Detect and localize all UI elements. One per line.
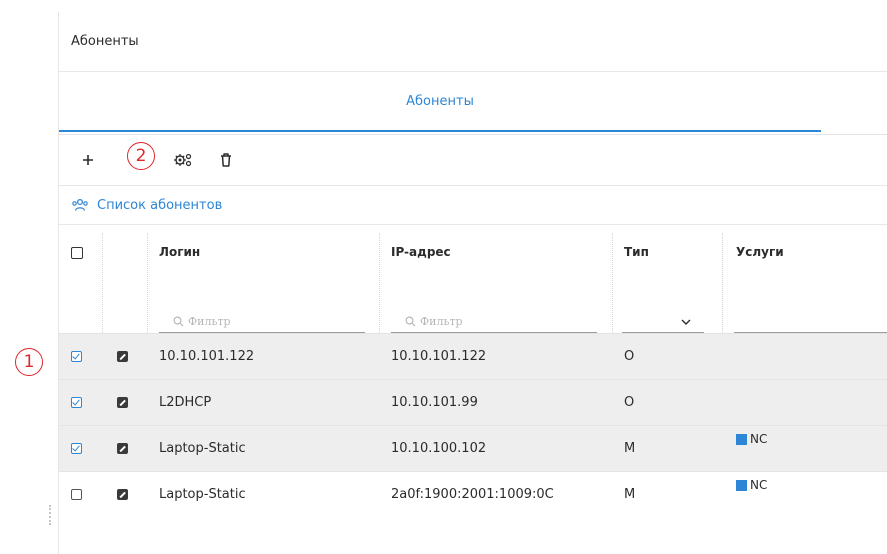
column-header-type[interactable]: Тип bbox=[624, 245, 649, 259]
tab-subscribers[interactable]: Абоненты bbox=[59, 72, 821, 132]
ip-cell: 10.10.101.99 bbox=[391, 395, 478, 410]
service-color-square bbox=[736, 479, 747, 491]
login-filter-placeholder: Фильтр bbox=[188, 314, 231, 328]
column-header-services[interactable]: Услуги bbox=[736, 245, 784, 259]
service-badge: NC bbox=[736, 478, 767, 492]
ip-filter-placeholder: Фильтр bbox=[420, 314, 463, 328]
edit-icon[interactable] bbox=[117, 380, 128, 425]
gears-icon bbox=[174, 153, 192, 167]
delete-button[interactable] bbox=[209, 143, 243, 177]
ip-filter-input[interactable]: Фильтр bbox=[391, 310, 597, 333]
table-row[interactable]: Laptop-Static 10.10.100.102 M NC bbox=[59, 425, 887, 471]
subscribers-list-title: Список абонентов bbox=[97, 197, 223, 213]
subscribers-panel: Абоненты Абоненты Список абонентов Логин… bbox=[58, 12, 887, 554]
select-all-checkbox[interactable] bbox=[71, 247, 83, 259]
chevron-down-icon bbox=[681, 319, 691, 325]
column-header-login[interactable]: Логин bbox=[159, 245, 200, 259]
annotation-marker-1: 1 bbox=[15, 348, 43, 376]
add-button[interactable] bbox=[71, 143, 105, 177]
login-cell: 10.10.101.122 bbox=[159, 349, 255, 364]
type-cell: M bbox=[624, 441, 636, 456]
services-filter-input[interactable] bbox=[734, 310, 887, 333]
type-filter-select[interactable] bbox=[622, 310, 704, 333]
row-checkbox[interactable] bbox=[71, 380, 82, 425]
tab-bar: Абоненты bbox=[59, 72, 887, 135]
row-checkbox[interactable] bbox=[71, 334, 82, 379]
edit-icon[interactable] bbox=[117, 426, 128, 471]
type-cell: O bbox=[624, 349, 635, 364]
search-icon bbox=[405, 315, 416, 326]
service-label: NC bbox=[750, 478, 768, 492]
login-cell: L2DHCP bbox=[159, 395, 212, 410]
ip-cell: 2a0f:1900:2001:1009:0C bbox=[391, 487, 554, 502]
type-cell: O bbox=[624, 395, 635, 410]
search-icon bbox=[173, 315, 184, 326]
toolbar bbox=[59, 135, 887, 185]
panel-title: Абоненты bbox=[71, 34, 139, 49]
users-icon bbox=[72, 198, 88, 211]
edit-icon[interactable] bbox=[117, 334, 128, 379]
ip-cell: 10.10.100.102 bbox=[391, 441, 487, 456]
service-badge: NC bbox=[736, 432, 767, 446]
login-cell: Laptop-Static bbox=[159, 487, 246, 502]
column-header-ip[interactable]: IP-адрес bbox=[391, 245, 451, 259]
annotation-marker-2: 2 bbox=[127, 142, 155, 170]
login-filter-input[interactable]: Фильтр bbox=[159, 310, 365, 333]
table-row[interactable]: L2DHCP 10.10.101.99 O bbox=[59, 379, 887, 425]
table-row[interactable]: 10.10.101.122 10.10.101.122 O bbox=[59, 333, 887, 379]
table-header: Логин IP-адрес Тип Услуги Фильтр Фильтр bbox=[59, 225, 887, 333]
edit-icon[interactable] bbox=[117, 472, 128, 517]
service-label: NC bbox=[750, 432, 768, 446]
service-color-square bbox=[736, 433, 747, 445]
table-row[interactable]: Laptop-Static 2a0f:1900:2001:1009:0C M N… bbox=[59, 471, 887, 517]
panel-header: Абоненты bbox=[59, 12, 887, 72]
row-checkbox[interactable] bbox=[71, 426, 82, 471]
trash-icon bbox=[221, 153, 231, 167]
ip-cell: 10.10.101.122 bbox=[391, 349, 487, 364]
plus-icon bbox=[83, 155, 93, 165]
column-resize-handle[interactable] bbox=[49, 505, 54, 525]
subscribers-list-header: Список абонентов bbox=[59, 185, 887, 225]
row-checkbox[interactable] bbox=[71, 472, 82, 517]
configure-button[interactable] bbox=[166, 143, 200, 177]
type-cell: M bbox=[624, 487, 636, 502]
login-cell: Laptop-Static bbox=[159, 441, 246, 456]
